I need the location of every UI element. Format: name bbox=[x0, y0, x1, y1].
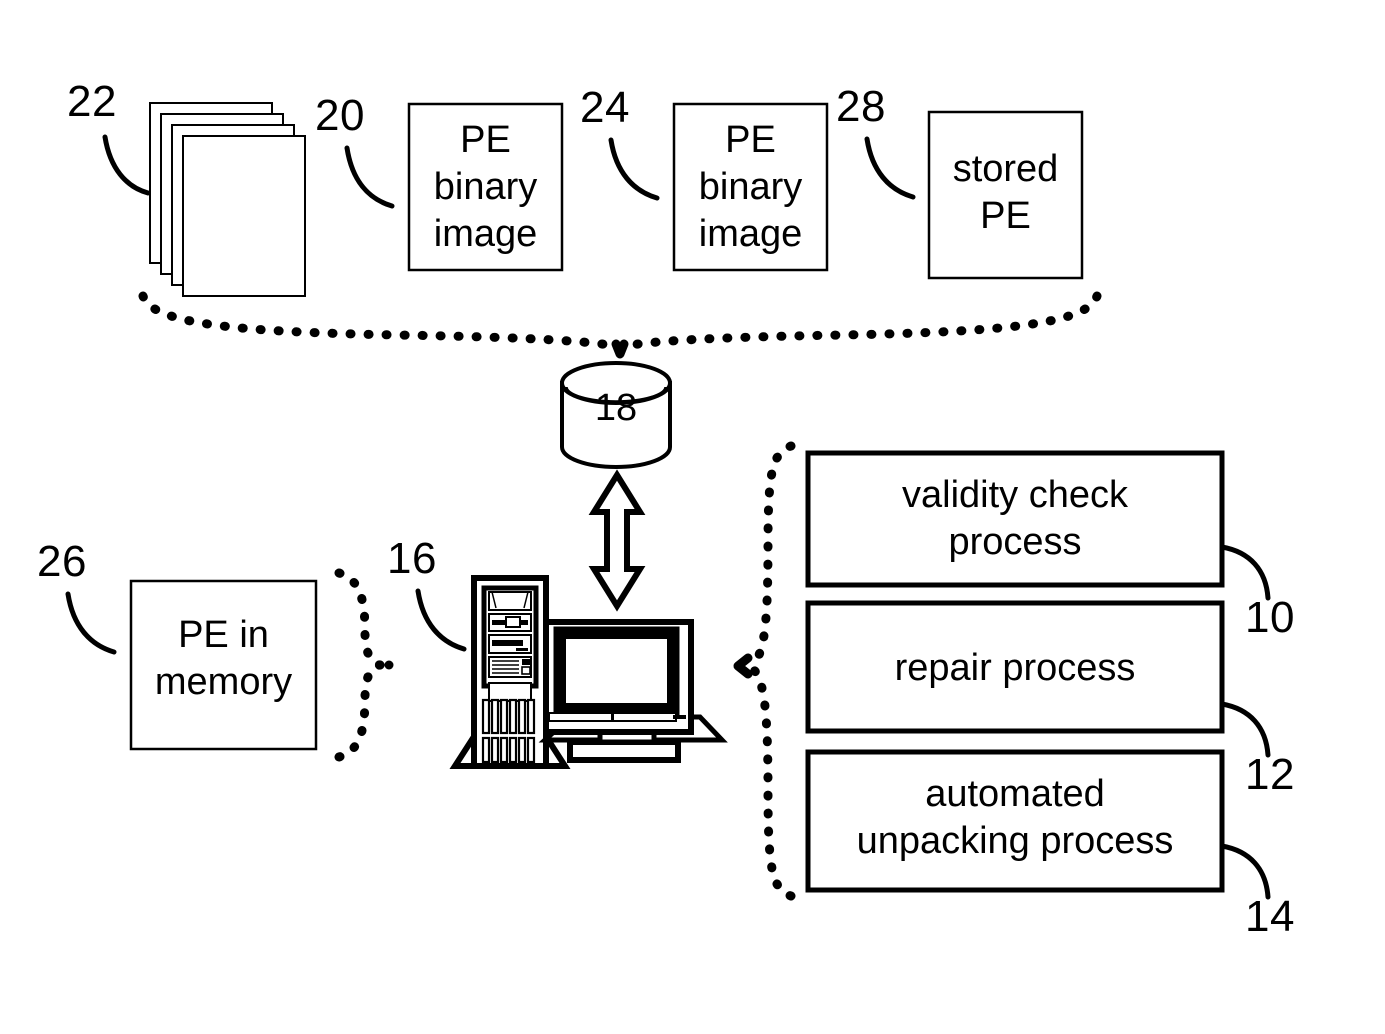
dotted-curly-brace-memory bbox=[334, 568, 385, 762]
double-headed-vertical-arrow bbox=[588, 469, 646, 612]
database-cylinder-icon bbox=[560, 361, 672, 469]
stored-pe-box-28 bbox=[927, 110, 1084, 280]
leader-line-26 bbox=[65, 591, 117, 655]
leader-line-24 bbox=[608, 137, 660, 201]
brace-tip-side bbox=[733, 653, 753, 679]
pe-binary-image-box-20 bbox=[407, 102, 564, 272]
leader-line-22 bbox=[102, 134, 151, 196]
brace-tip-memory bbox=[384, 660, 394, 670]
leader-line-20 bbox=[344, 145, 395, 209]
process-box-validity-check bbox=[805, 450, 1225, 588]
leader-line-14 bbox=[1219, 843, 1271, 900]
dotted-curly-brace-top bbox=[138, 291, 1102, 351]
brace-tip-top bbox=[611, 339, 629, 359]
leader-line-28 bbox=[864, 136, 916, 200]
leader-line-12 bbox=[1219, 701, 1271, 758]
document-stack-icon bbox=[149, 102, 306, 297]
process-box-unpacking bbox=[805, 749, 1225, 893]
figure-canvas: 22 20 24 28 16 26 10 12 14 18 PE binary … bbox=[0, 0, 1385, 1034]
pe-binary-image-box-24 bbox=[672, 102, 829, 272]
leader-line-10 bbox=[1219, 544, 1271, 601]
dotted-curly-brace-side bbox=[745, 441, 796, 901]
desktop-computer-icon bbox=[449, 575, 728, 769]
pe-in-memory-box-26 bbox=[129, 579, 318, 751]
process-box-repair bbox=[805, 600, 1225, 734]
leader-line-16 bbox=[415, 588, 467, 652]
diagram-vector-layer bbox=[65, 102, 1271, 901]
